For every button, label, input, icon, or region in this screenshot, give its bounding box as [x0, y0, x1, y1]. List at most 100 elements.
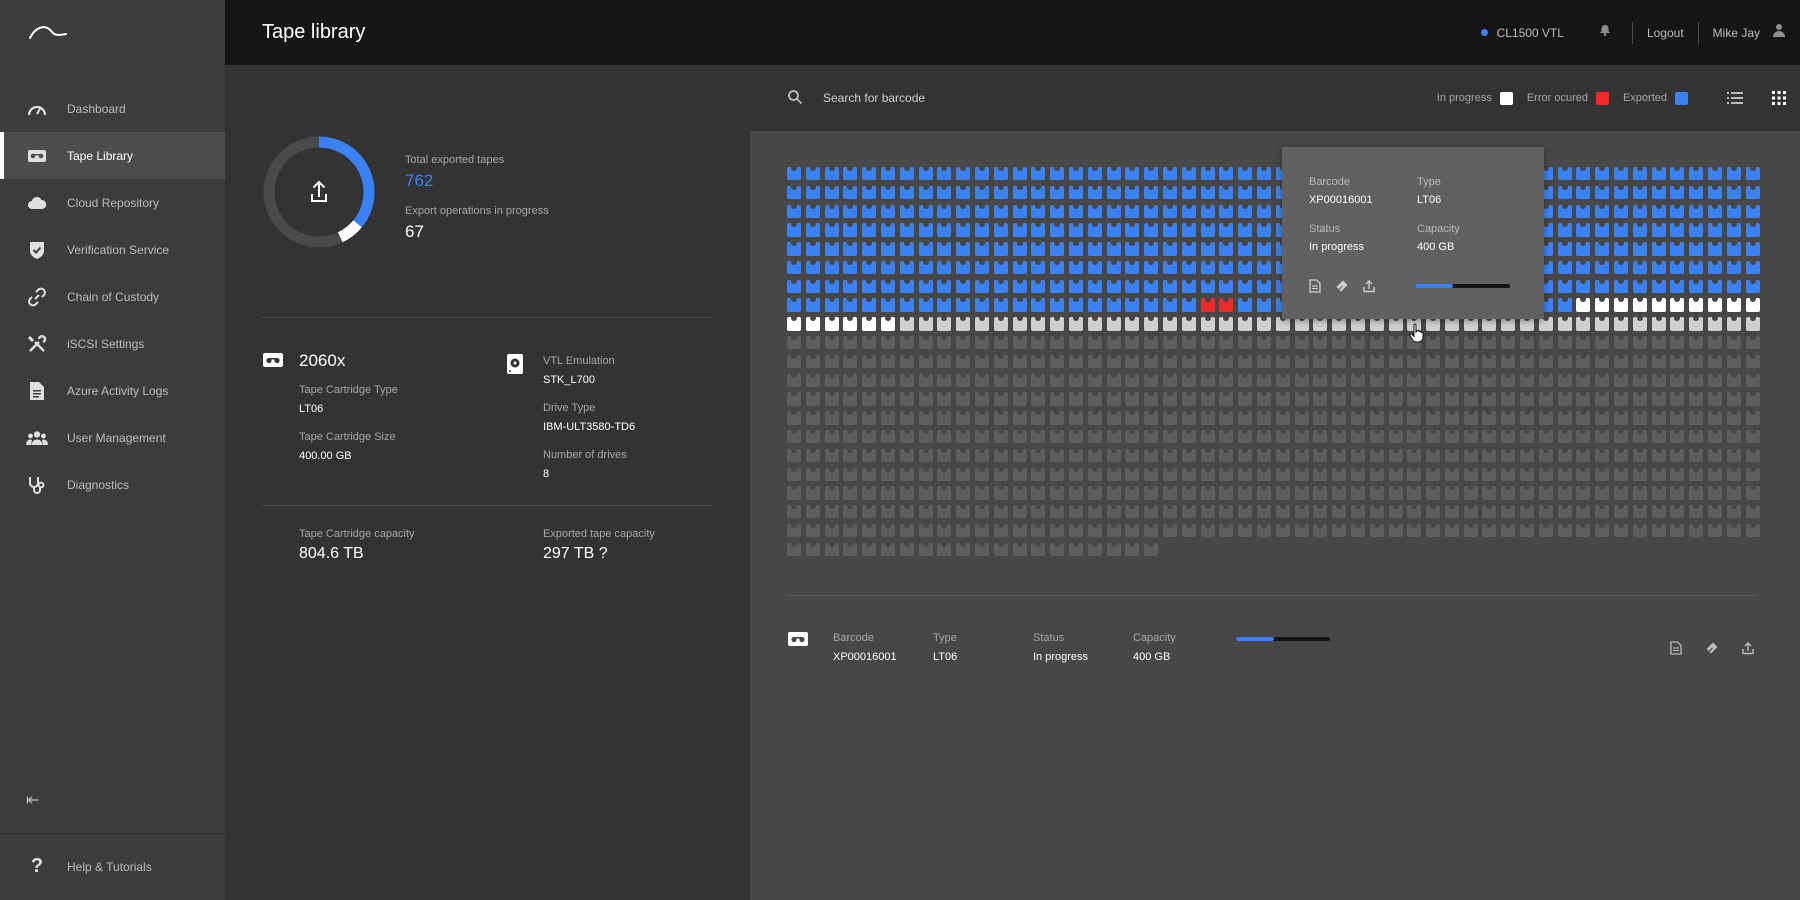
tape-slot-empty[interactable]	[1614, 429, 1629, 444]
tape-slot-empty[interactable]	[1689, 448, 1704, 463]
tape-slot-exported[interactable]	[862, 204, 877, 218]
tape-slot-exported[interactable]	[1050, 279, 1065, 294]
tape-slot-empty[interactable]	[1726, 354, 1741, 369]
tape-slot-empty[interactable]	[824, 486, 839, 500]
tape-slot-empty[interactable]	[993, 336, 1008, 350]
tape-slot-empty[interactable]	[1144, 354, 1159, 369]
tape-slot-empty[interactable]	[1708, 411, 1723, 425]
tape-slot-empty[interactable]	[1482, 354, 1497, 369]
tape-slot-empty[interactable]	[862, 392, 877, 406]
tape-slot-exported[interactable]	[824, 185, 839, 200]
tape-slot-empty[interactable]	[1162, 505, 1177, 519]
tape-slot-empty[interactable]	[880, 505, 895, 519]
tape-slot-empty[interactable]	[1745, 429, 1760, 444]
tape-slot-empty[interactable]	[1144, 523, 1159, 538]
tape-slot-empty[interactable]	[1595, 523, 1610, 538]
tape-slot-empty[interactable]	[862, 467, 877, 481]
tape-slot-empty[interactable]	[1538, 448, 1553, 463]
tape-slot-empty[interactable]	[1557, 336, 1572, 350]
tape-slot-exported[interactable]	[937, 260, 952, 275]
tape-slot-empty[interactable]	[1294, 336, 1309, 350]
tape-slot-empty[interactable]	[1538, 486, 1553, 500]
tape-slot-empty[interactable]	[1726, 486, 1741, 500]
tape-slot-empty[interactable]	[974, 336, 989, 350]
tape-slot-exported[interactable]	[956, 260, 971, 275]
tape-slot-empty[interactable]	[1219, 486, 1234, 500]
tape-slot-empty[interactable]	[1125, 486, 1140, 500]
tape-slot-empty[interactable]	[1369, 448, 1384, 463]
tape-slot-exported[interactable]	[880, 298, 895, 312]
tape-slot-empty[interactable]	[1087, 354, 1102, 369]
tape-slot-empty[interactable]	[1501, 392, 1516, 406]
tape-slot-empty[interactable]	[918, 392, 933, 406]
tape-slot-exported[interactable]	[1632, 204, 1647, 218]
tape-slot-exported[interactable]	[1238, 298, 1253, 312]
tape-slot-empty[interactable]	[1388, 411, 1403, 425]
tape-slot-empty[interactable]	[1426, 467, 1441, 481]
tape-slot-empty[interactable]	[1275, 448, 1290, 463]
tape-slot-empty[interactable]	[1313, 411, 1328, 425]
tape-slot-empty[interactable]	[1444, 448, 1459, 463]
tape-slot-exported[interactable]	[1162, 204, 1177, 218]
tape-slot-empty[interactable]	[956, 467, 971, 481]
sidebar-item-cloud-repository[interactable]: Cloud Repository	[0, 179, 225, 226]
tape-slot-empty[interactable]	[1595, 505, 1610, 519]
tape-slot-empty[interactable]	[1068, 429, 1083, 444]
tape-slot-empty[interactable]	[899, 486, 914, 500]
tape-slot-exported[interactable]	[1144, 167, 1159, 181]
tape-slot-exported[interactable]	[1745, 279, 1760, 294]
tape-slot-empty[interactable]	[1595, 467, 1610, 481]
tape-slot-exported[interactable]	[787, 260, 801, 275]
tape-slot-exported[interactable]	[1031, 167, 1046, 181]
tape-slot-empty[interactable]	[937, 373, 952, 387]
tape-slot-empty[interactable]	[787, 392, 801, 406]
tape-slot-empty[interactable]	[1275, 505, 1290, 519]
tape-slot-exported[interactable]	[1595, 185, 1610, 200]
tape-slot-empty[interactable]	[1538, 411, 1553, 425]
tape-slot-empty[interactable]	[1313, 486, 1328, 500]
tape-slot-empty[interactable]	[1144, 429, 1159, 444]
tape-slot-exported[interactable]	[1708, 242, 1723, 256]
tape-slot-empty[interactable]	[1501, 411, 1516, 425]
tape-slot-exported[interactable]	[880, 242, 895, 256]
tape-slot-empty[interactable]	[1369, 373, 1384, 387]
sidebar-item-iscsi-settings[interactable]: iSCSI Settings	[0, 320, 225, 367]
tape-slot-exported[interactable]	[1219, 204, 1234, 218]
tape-slot-empty[interactable]	[1200, 429, 1215, 444]
tape-slot-exported[interactable]	[1087, 242, 1102, 256]
tape-slot-empty[interactable]	[1219, 505, 1234, 519]
tape-slot-exported[interactable]	[1595, 223, 1610, 237]
tape-slot-empty[interactable]	[1256, 411, 1271, 425]
tape-slot-empty[interactable]	[1144, 373, 1159, 387]
tape-slot-empty[interactable]	[1106, 411, 1121, 425]
tape-slot-exported[interactable]	[1181, 185, 1196, 200]
tape-slot-exported[interactable]	[1670, 242, 1685, 256]
tape-slot-empty[interactable]	[1426, 354, 1441, 369]
tape-slot-empty[interactable]	[1595, 336, 1610, 350]
tape-slot-exported[interactable]	[1050, 260, 1065, 275]
tape-slot-exported[interactable]	[974, 223, 989, 237]
tape-slot-empty[interactable]	[1125, 505, 1140, 519]
tape-slot-empty[interactable]	[1444, 392, 1459, 406]
tape-slot-exported[interactable]	[1181, 223, 1196, 237]
tape-slot-exported[interactable]	[1087, 167, 1102, 181]
tape-slot-empty[interactable]	[1200, 373, 1215, 387]
tape-slot-exported[interactable]	[1614, 185, 1629, 200]
tape-slot-progress[interactable]	[1595, 298, 1610, 312]
tape-slot-empty[interactable]	[1538, 373, 1553, 387]
tape-slot-exported[interactable]	[1031, 223, 1046, 237]
tape-slot-empty[interactable]	[1125, 542, 1140, 557]
tape-slot-empty[interactable]	[1050, 467, 1065, 481]
tape-slot-progress[interactable]	[1651, 298, 1666, 312]
tape-slot-empty[interactable]	[1388, 505, 1403, 519]
tape-slot-empty[interactable]	[1444, 486, 1459, 500]
tape-slot-exported[interactable]	[1068, 204, 1083, 218]
tape-slot-empty[interactable]	[880, 354, 895, 369]
tape-slot-exported[interactable]	[1144, 298, 1159, 312]
tape-slot-exported[interactable]	[880, 204, 895, 218]
tape-slot-empty[interactable]	[974, 505, 989, 519]
tape-slot-empty[interactable]	[1708, 336, 1723, 350]
tape-slot-empty[interactable]	[1050, 505, 1065, 519]
tape-slot-exported[interactable]	[1595, 167, 1610, 181]
tape-slot-empty[interactable]	[862, 505, 877, 519]
